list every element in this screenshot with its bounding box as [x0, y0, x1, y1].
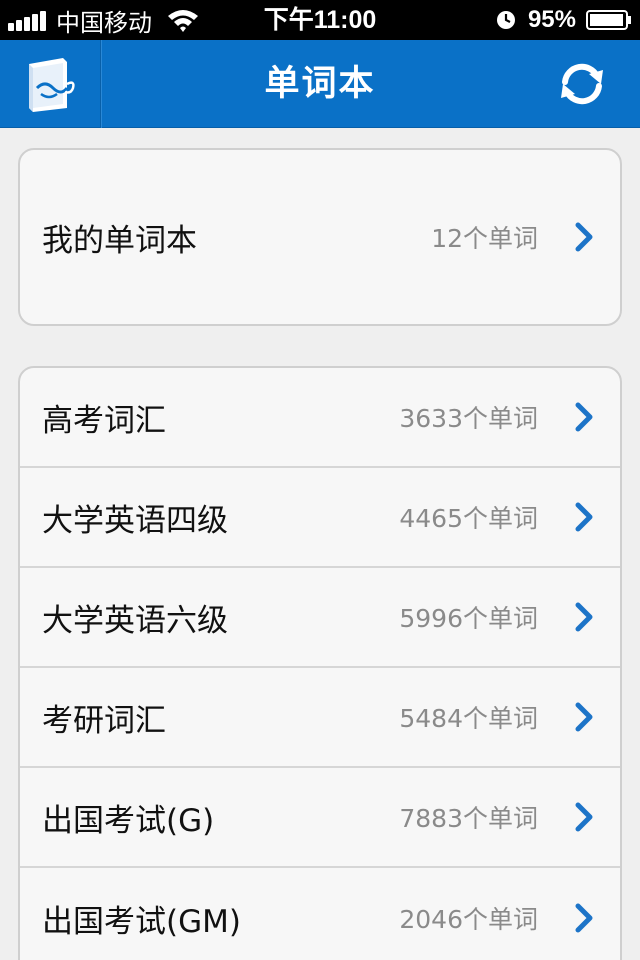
list-item[interactable]: 大学英语四级 4465个单词	[20, 468, 620, 568]
row-count: 2046个单词	[399, 905, 538, 934]
my-wordbook-row[interactable]: 我的单词本 12个单词	[20, 150, 620, 324]
list-item[interactable]: 出国考试(G) 7883个单词	[20, 768, 620, 868]
row-count: 7883个单词	[399, 804, 538, 833]
row-count: 12个单词	[431, 224, 538, 253]
row-count: 3633个单词	[399, 404, 538, 433]
wordbook-list: 高考词汇 3633个单词 大学英语四级 4465个单词 大学英语六级 5996个…	[18, 366, 622, 960]
row-label: 出国考试(GM)	[42, 903, 241, 940]
chevron-right-icon	[575, 222, 593, 252]
alarm-clock-icon	[496, 11, 515, 29]
battery-percentage: 95%	[527, 6, 576, 33]
list-item[interactable]: 大学英语六级 5996个单词	[20, 568, 620, 668]
chevron-right-icon	[575, 802, 593, 832]
status-bar: 中国移动 下午11:00 95%	[0, 0, 640, 40]
battery-icon	[586, 10, 631, 30]
chevron-right-icon	[575, 903, 593, 933]
row-count: 5484个单词	[399, 704, 538, 733]
row-label: 大学英语四级	[42, 502, 228, 539]
row-label: 出国考试(G)	[42, 802, 215, 839]
refresh-button[interactable]	[554, 59, 610, 109]
status-right: 95%	[496, 0, 632, 40]
chevron-right-icon	[575, 402, 593, 432]
nav-bar: 单词本	[0, 40, 640, 128]
row-label: 我的单词本	[42, 222, 197, 259]
my-wordbook-card: 我的单词本 12个单词	[18, 148, 622, 326]
refresh-icon	[561, 63, 603, 105]
list-item[interactable]: 高考词汇 3633个单词	[20, 368, 620, 468]
list-item[interactable]: 考研词汇 5484个单词	[20, 668, 620, 768]
page-title: 单词本	[264, 64, 376, 104]
list-item[interactable]: 出国考试(GM) 2046个单词	[20, 868, 620, 960]
row-count: 5996个单词	[399, 604, 538, 633]
chevron-right-icon	[575, 502, 593, 532]
chevron-right-icon	[575, 702, 593, 732]
row-count: 4465个单词	[399, 504, 538, 533]
row-label: 大学英语六级	[42, 602, 228, 639]
chevron-right-icon	[575, 602, 593, 632]
row-label: 高考词汇	[42, 402, 166, 439]
row-label: 考研词汇	[42, 702, 166, 739]
